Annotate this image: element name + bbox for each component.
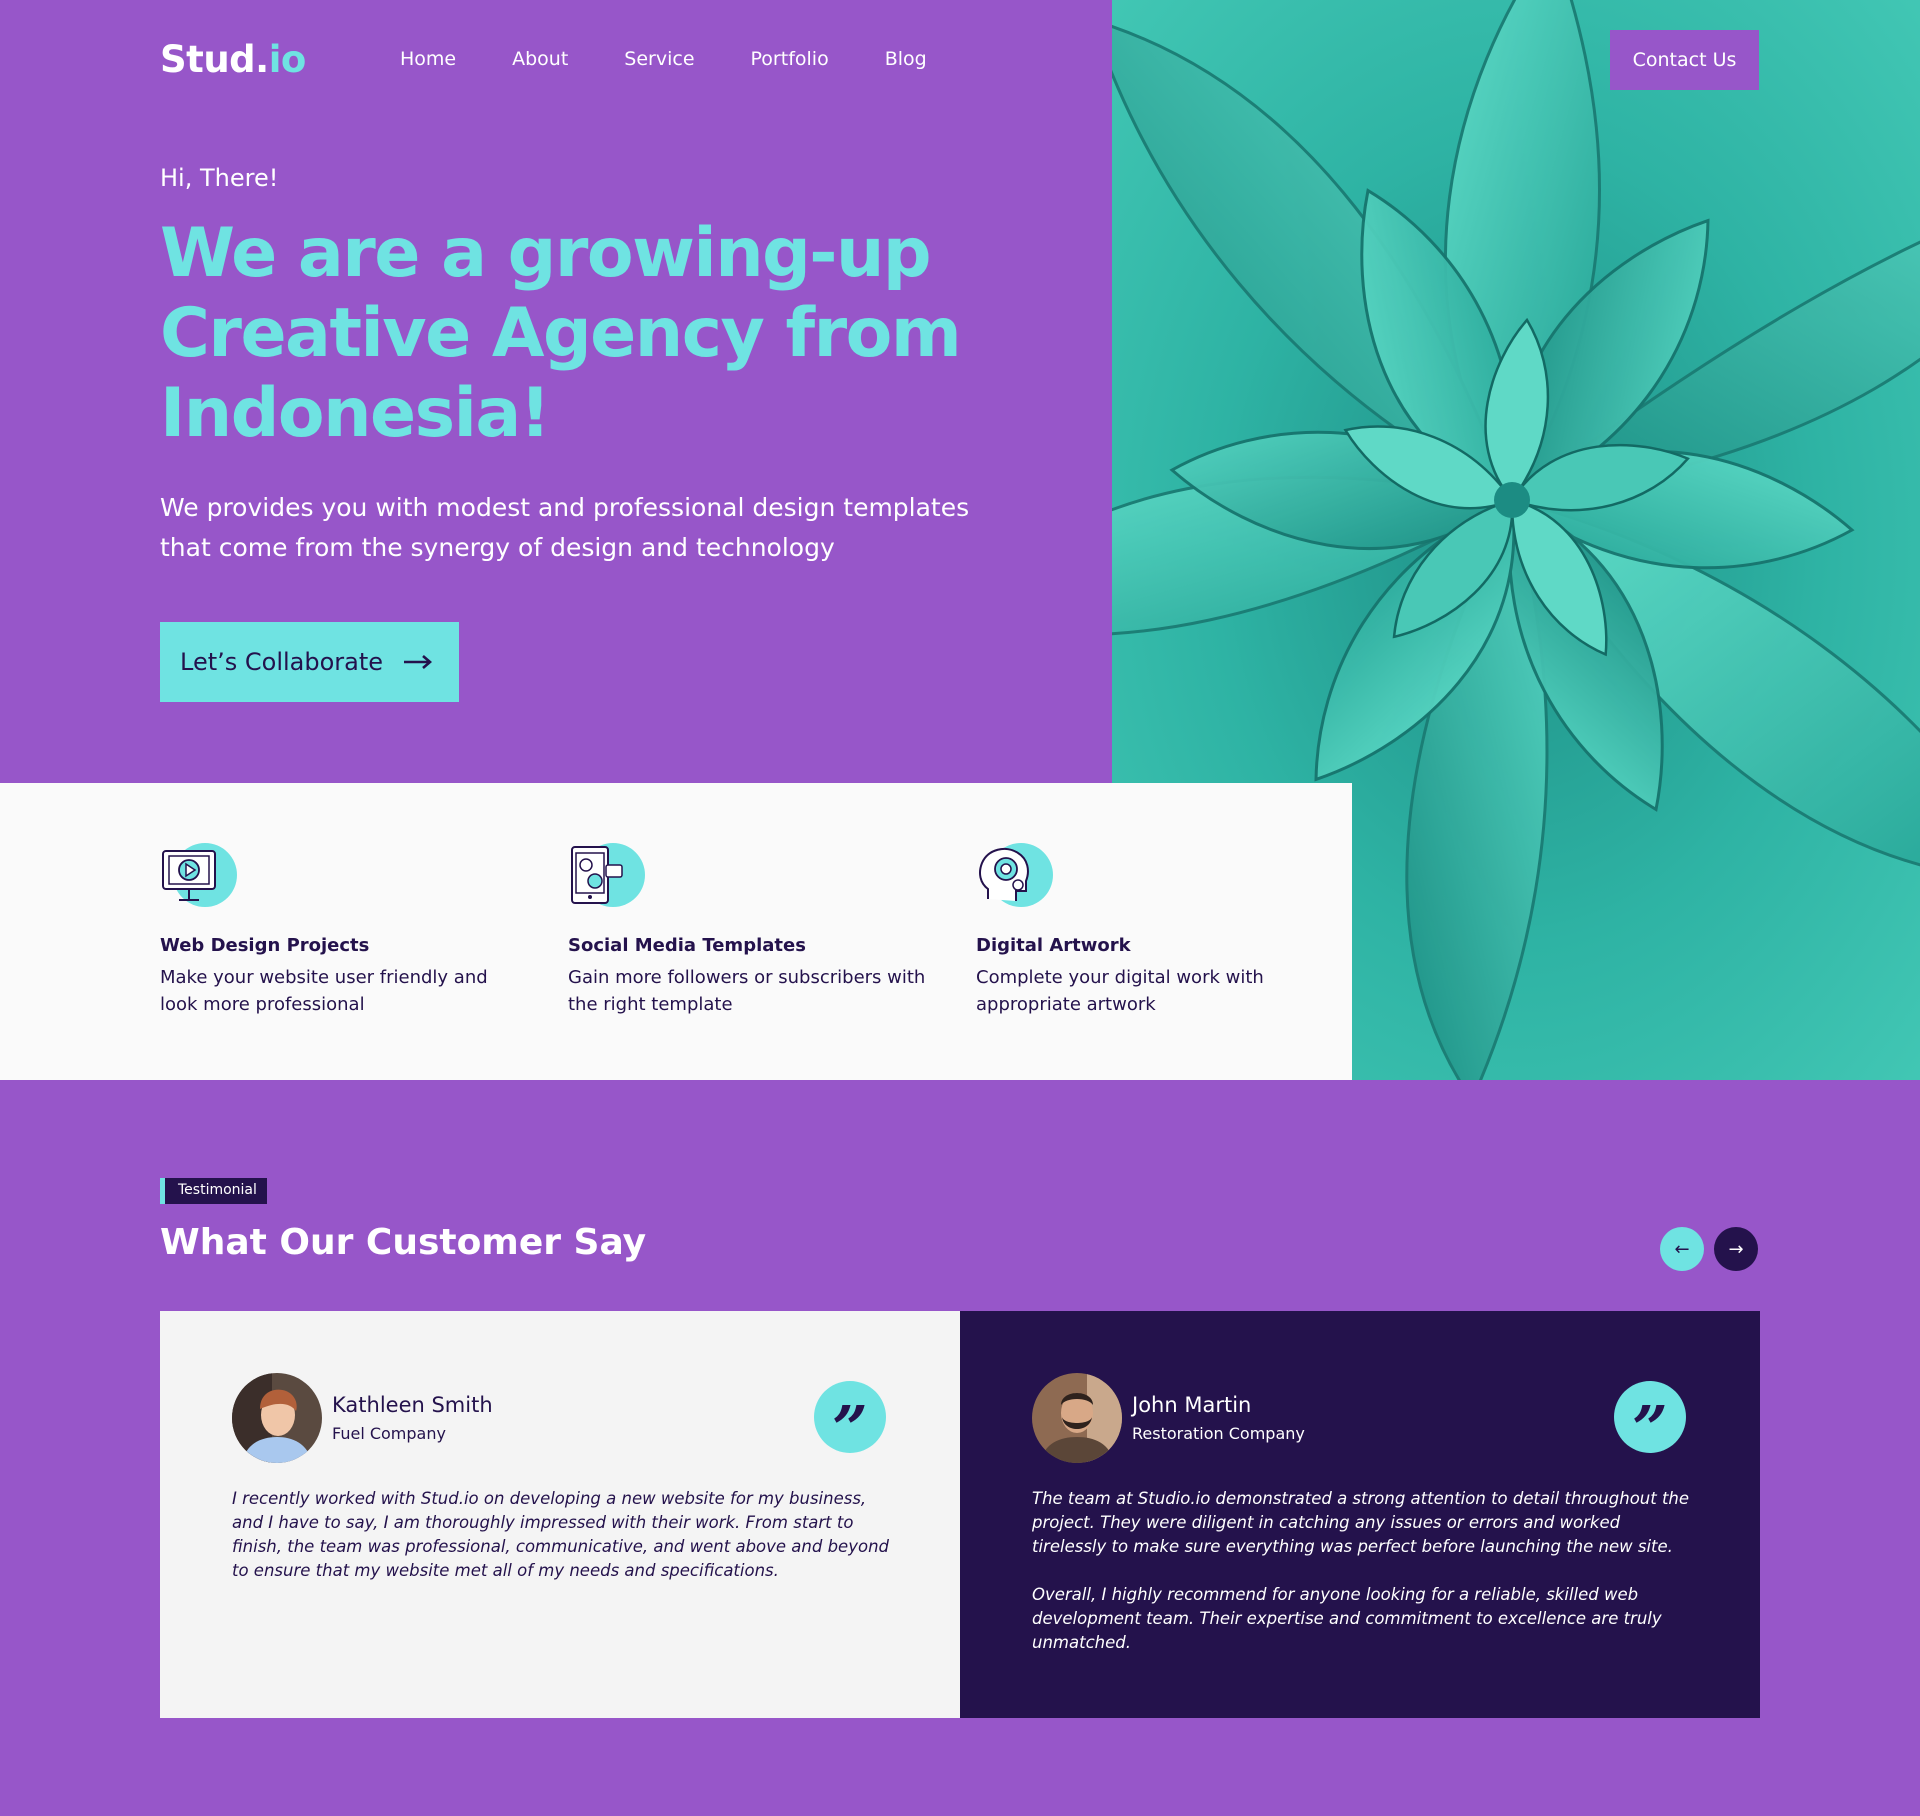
nav-service[interactable]: Service [624, 48, 694, 70]
testimonial-card: John Martin Restoration Company ” The te… [960, 1311, 1760, 1718]
service-title: Social Media Templates [568, 935, 806, 956]
service-title: Digital Artwork [976, 935, 1131, 956]
customer-company: Fuel Company [332, 1424, 446, 1443]
service-description: Gain more followers or subscribers with … [568, 967, 926, 1015]
testimonial-title: What Our Customer Say [160, 1222, 647, 1263]
testimonial-paragraph: The team at Studio.io demonstrated a str… [1032, 1489, 1690, 1556]
testimonial-card: Kathleen Smith Fuel Company ” I recently… [160, 1311, 960, 1718]
nav-home[interactable]: Home [400, 48, 456, 70]
hero-headline: We are a growing-up Creative Agency from… [160, 214, 962, 453]
testimonial-text: I recently worked with Stud.io on develo… [232, 1487, 892, 1583]
arrow-left-icon: ← [1674, 1238, 1690, 1260]
arrow-right-icon [403, 648, 433, 676]
testimonial-paragraph: Overall, I highly recommend for anyone l… [1032, 1585, 1662, 1652]
avatar [1032, 1373, 1122, 1463]
customer-name: John Martin [1132, 1393, 1252, 1417]
phone-social-icon [568, 843, 648, 909]
quote-icon: ” [1614, 1381, 1686, 1465]
nav-portfolio[interactable]: Portfolio [751, 48, 829, 70]
nav-about[interactable]: About [512, 48, 568, 70]
next-testimonial-button[interactable]: → [1714, 1227, 1758, 1271]
service-web-design: Web Design Projects Make your website us… [160, 843, 520, 1018]
hero-subtext: We provides you with modest and professi… [160, 493, 970, 562]
brand-logo-part1: Stud. [160, 38, 269, 81]
service-title: Web Design Projects [160, 935, 370, 956]
customer-company: Restoration Company [1132, 1424, 1305, 1443]
monitor-play-icon [160, 843, 240, 909]
testimonial-tag: Testimonial [160, 1178, 267, 1204]
testimonial-text: The team at Studio.io demonstrated a str… [1032, 1487, 1692, 1655]
main-nav: Home About Service Portfolio Blog [400, 48, 983, 70]
arrow-right-icon: → [1728, 1238, 1744, 1260]
service-social-media: Social Media Templates Gain more followe… [568, 843, 928, 1018]
brand-logo[interactable]: Stud.io [160, 38, 306, 81]
collaborate-button-label: Let’s Collaborate [180, 648, 384, 676]
head-gear-icon [976, 843, 1056, 909]
brand-logo-part2: io [268, 38, 307, 81]
nav-blog[interactable]: Blog [885, 48, 927, 70]
avatar [232, 1373, 322, 1463]
testimonial-paragraph: I recently worked with Stud.io on develo… [232, 1489, 889, 1580]
contact-us-button[interactable]: Contact Us [1610, 30, 1759, 90]
services-section: Web Design Projects Make your website us… [0, 783, 1352, 1080]
prev-testimonial-button[interactable]: ← [1660, 1227, 1704, 1271]
service-digital-artwork: Digital Artwork Complete your digital wo… [976, 843, 1336, 1018]
collaborate-button[interactable]: Let’s Collaborate [160, 622, 459, 702]
customer-name: Kathleen Smith [332, 1393, 493, 1417]
hero-section: Stud.io Home About Service Portfolio Blo… [0, 0, 1112, 783]
quote-icon: ” [814, 1381, 886, 1465]
service-description: Make your website user friendly and look… [160, 967, 488, 1015]
service-description: Complete your digital work with appropri… [976, 967, 1264, 1015]
hero-greeting: Hi, There! [160, 164, 279, 192]
